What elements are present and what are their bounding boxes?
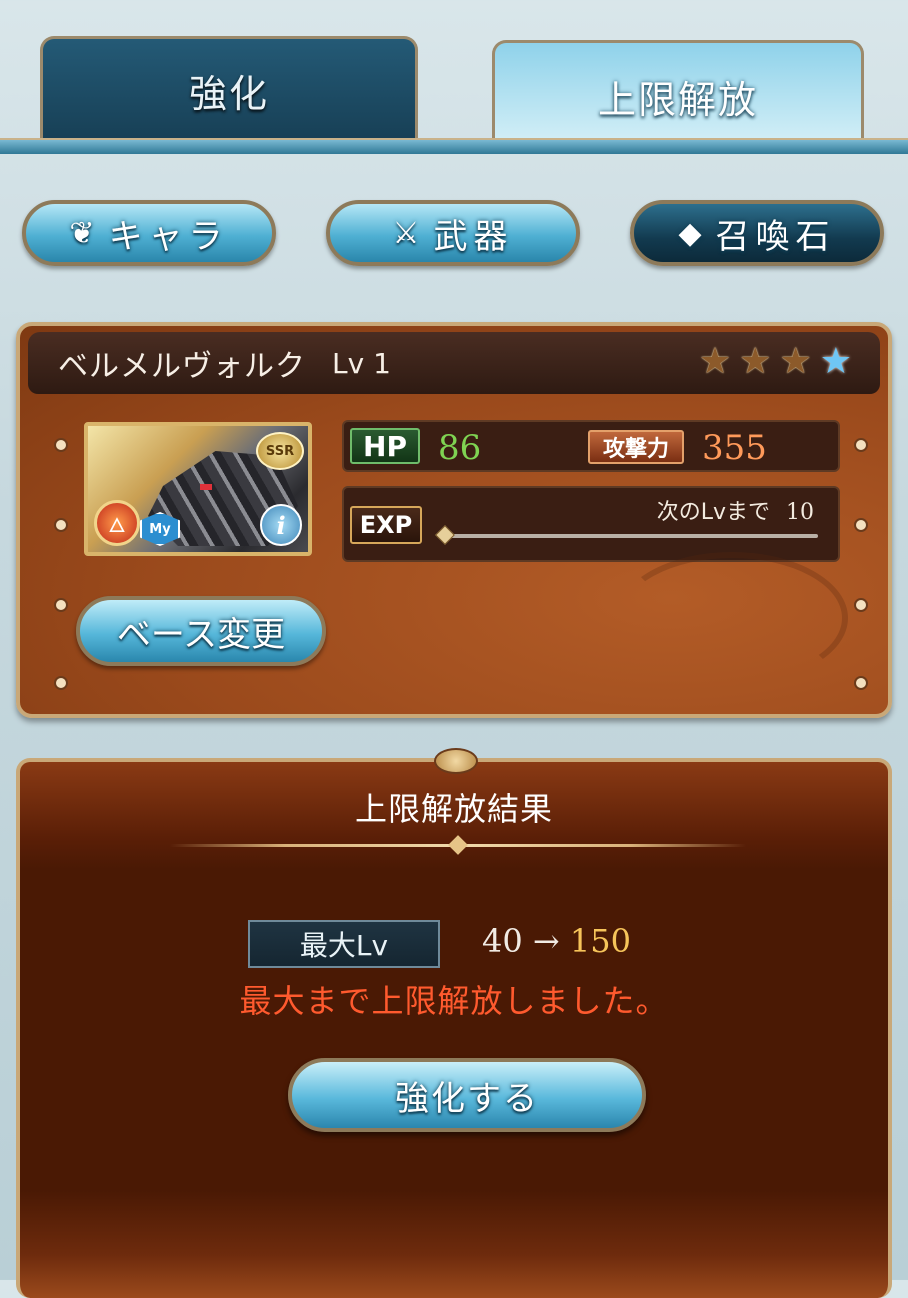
crystal-icon: ◆ [678,215,702,251]
rivet [854,676,868,690]
from-level: 40 [482,922,523,960]
tab-limit-break[interactable]: 上限解放 [492,40,864,150]
rivet [854,518,868,532]
exp-label: EXP [350,506,422,544]
next-level-info: 次のLvまで 10 [657,494,814,526]
stat-bar: HP 86 攻撃力 355 [342,420,840,472]
category-button-character[interactable]: ❦ キャラ [22,200,276,266]
category-button-summon[interactable]: ◆ 召喚石 [630,200,884,266]
rivet [54,518,68,532]
attack-label: 攻撃力 [588,430,684,464]
star-icon: ★ [739,341,772,382]
character-level: Lv 1 [332,346,391,380]
next-level-label: 次のLvまで [656,500,770,525]
crossed-weapons-icon: ⚔ [392,215,420,251]
result-message: 最大まで上限解放しました。 [239,982,669,1020]
rivet [54,438,68,452]
exp-box: EXP 次のLvまで 10 [342,486,840,562]
attack-value: 355 [702,428,767,468]
character-panel: ベルメルヴォルク Lv 1 ★ ★ ★ ★ SSR 🜂 My i HP 86 攻… [16,322,892,718]
hp-label: HP [350,428,420,464]
tab-bar-divider [0,138,908,154]
result-title: 上限解放結果 [354,790,553,828]
max-level-label: 最大Lv [248,920,440,968]
rarity-stars: ★ ★ ★ ★ [699,344,852,380]
exp-progress-marker [435,525,455,545]
summon-portrait[interactable]: SSR 🜂 My i [84,422,312,556]
ssr-badge: SSR [256,432,304,470]
rivet [54,598,68,612]
character-name: ベルメルヴォルク [58,349,306,384]
info-icon[interactable]: i [260,504,302,546]
category-button-weapon[interactable]: ⚔ 武器 [326,200,580,266]
divider-ornament [448,835,468,855]
tab-enhance[interactable]: 強化 [40,36,418,142]
to-level: 150 [569,922,631,960]
category-label: キャラ [108,216,229,257]
character-emblem-icon: ❦ [69,215,95,251]
rivet [54,676,68,690]
enhance-button[interactable]: 強化する [288,1058,646,1132]
title-divider [170,835,746,855]
arrow-icon: → [532,922,560,960]
next-level-value: 10 [786,500,814,525]
character-header: ベルメルヴォルク Lv 1 ★ ★ ★ ★ [28,332,880,394]
rivet [854,438,868,452]
hp-value: 86 [438,428,482,468]
limit-break-result-panel: 上限解放結果 最大Lv 40 → 150 最大まで上限解放しました。 強化する [16,748,892,1298]
star-icon: ★ [779,341,812,382]
star-filled-icon: ★ [819,341,852,382]
star-icon: ★ [698,341,732,382]
armored-figure-eye [200,484,212,490]
panel-ornament [434,748,478,774]
category-label: 武器 [433,216,514,257]
panel-decoration [616,552,848,684]
category-label: 召喚石 [715,216,836,257]
rivet [854,598,868,612]
base-change-button[interactable]: ベース変更 [76,596,326,666]
level-change: 40 → 150 [482,922,631,960]
exp-progress-bar [435,525,818,545]
fire-element-icon: 🜂 [94,500,140,546]
tab-bar: 強化 上限解放 [0,0,908,160]
